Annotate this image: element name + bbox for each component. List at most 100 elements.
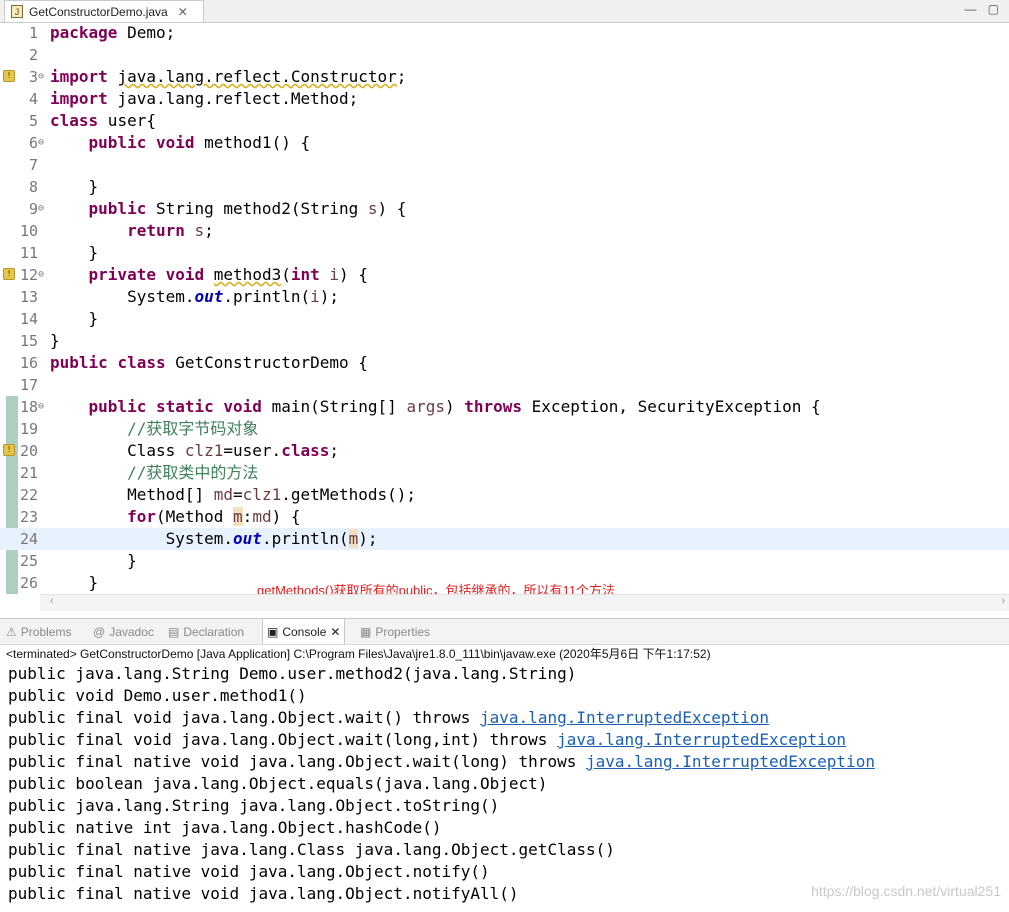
code-text: } xyxy=(50,551,137,570)
code-line[interactable]: 21 //获取类中的方法 xyxy=(0,462,1009,484)
editor-tab[interactable]: J GetConstructorDemo.java ✕ xyxy=(4,0,204,22)
editor-tab-title: GetConstructorDemo.java xyxy=(29,4,168,19)
close-console-icon[interactable]: ✕ xyxy=(330,625,340,639)
code-text: class user{ xyxy=(50,111,156,130)
code-text: Method[] md=clz1.getMethods(); xyxy=(50,485,417,504)
console-line: public java.lang.String Demo.user.method… xyxy=(8,663,576,685)
console-line: public native int java.lang.Object.hashC… xyxy=(8,817,441,839)
fold-toggle-icon[interactable]: ⊖ xyxy=(38,66,44,88)
code-line[interactable]: 24 System.out.println(m); xyxy=(0,528,1009,550)
code-text: //获取字节码对象 xyxy=(127,419,259,438)
console-line: public final native void java.lang.Objec… xyxy=(8,861,490,883)
console-text: public java.lang.String Demo.user.method… xyxy=(8,664,577,683)
exception-link[interactable]: java.lang.InterruptedException xyxy=(480,708,769,727)
panel-tab-label: Javadoc xyxy=(109,624,154,639)
warning-marker-icon[interactable]: ! xyxy=(3,268,15,280)
code-line[interactable]: 9 ⊖ public String method2(String s) { xyxy=(0,198,1009,220)
code-line[interactable]: 7 xyxy=(0,154,1009,176)
console-text: public final native void java.lang.Objec… xyxy=(8,752,586,771)
code-text: public String method2(String s) { xyxy=(88,199,407,218)
scroll-left-icon[interactable]: ‹ xyxy=(50,595,54,607)
fold-toggle-icon[interactable]: ⊖ xyxy=(38,198,44,220)
line-number: 6 xyxy=(28,134,38,152)
panel-tab-label: Console xyxy=(282,624,327,639)
problems-icon: ⚠ xyxy=(6,624,17,639)
code-text: return s; xyxy=(127,221,214,240)
code-line[interactable]: 11 } xyxy=(0,242,1009,264)
line-number: 17 xyxy=(19,376,38,394)
code-line[interactable]: 17 xyxy=(0,374,1009,396)
console-text: public boolean java.lang.Object.equals(j… xyxy=(8,774,548,793)
terminated-status: <terminated> GetConstructorDemo [Java Ap… xyxy=(6,647,711,661)
fold-toggle-icon[interactable]: ⊖ xyxy=(38,396,44,418)
warning-marker-icon[interactable]: ! xyxy=(3,70,15,82)
panel-tab-label: Problems xyxy=(20,624,72,639)
code-line[interactable]: 20! Class clz1=user.class; xyxy=(0,440,1009,462)
code-line[interactable]: 25 } xyxy=(0,550,1009,572)
line-number: 24 xyxy=(19,530,38,548)
code-editor[interactable]: 1 package Demo; 2 3 ⊖! import java.lang.refle… xyxy=(0,22,1009,594)
console-line: public final native void java.lang.Objec… xyxy=(8,883,519,905)
code-text: System.out.println(i); xyxy=(50,287,340,306)
code-line[interactable]: 1 package Demo; xyxy=(0,22,1009,44)
line-number: 4 xyxy=(28,90,38,108)
line-number: 15 xyxy=(19,332,38,350)
fold-toggle-icon[interactable]: ⊖ xyxy=(38,132,44,154)
tab-javadoc[interactable]: @ Javadoc xyxy=(93,619,154,644)
panel-tab-label: Declaration xyxy=(183,624,245,639)
javadoc-icon: @ xyxy=(93,624,106,639)
console-line: public void Demo.user.method1() xyxy=(8,685,307,707)
code-line[interactable]: 12 ⊖! private void method3(int i) { xyxy=(0,264,1009,286)
code-line[interactable]: 23 for(Method m:md) { xyxy=(0,506,1009,528)
horizontal-scrollbar[interactable]: ‹ › xyxy=(40,594,1009,611)
console-text: public final native java.lang.Class java… xyxy=(8,840,615,859)
code-line[interactable]: 16 public class GetConstructorDemo { xyxy=(0,352,1009,374)
console-line: public java.lang.String java.lang.Object… xyxy=(8,795,499,817)
code-line[interactable]: 5 class user{ xyxy=(0,110,1009,132)
code-line[interactable]: 3 ⊖! import java.lang.reflect.Constructor; xyxy=(0,66,1009,88)
tab-declaration[interactable]: ▤ Declaration xyxy=(168,619,244,644)
code-line[interactable]: 19 //获取字节码对象 xyxy=(0,418,1009,440)
tab-properties[interactable]: ▦ Properties xyxy=(360,619,430,644)
console-line: public final void java.lang.Object.wait(… xyxy=(8,729,846,751)
warning-marker-icon[interactable]: ! xyxy=(3,444,15,456)
code-text: //获取类中的方法 xyxy=(127,463,259,482)
close-tab-icon[interactable]: ✕ xyxy=(178,5,188,19)
code-line[interactable]: 2 xyxy=(0,44,1009,66)
declaration-icon: ▤ xyxy=(168,624,180,639)
line-number: 19 xyxy=(19,420,38,438)
java-file-icon: J xyxy=(11,5,23,18)
tab-console[interactable]: ▣ Console ✕ xyxy=(262,619,346,644)
code-line[interactable]: 8 } xyxy=(0,176,1009,198)
code-text: public static void main(String[] args) t… xyxy=(88,397,821,416)
fold-toggle-icon[interactable]: ⊖ xyxy=(38,264,44,286)
code-line[interactable]: 10 return s; xyxy=(0,220,1009,242)
window-controls[interactable]: — ▢ xyxy=(964,2,1003,16)
code-line[interactable]: 22 Method[] md=clz1.getMethods(); xyxy=(0,484,1009,506)
exception-link[interactable]: java.lang.InterruptedException xyxy=(586,752,875,771)
exception-link[interactable]: java.lang.InterruptedException xyxy=(557,730,846,749)
code-line[interactable]: 14 } xyxy=(0,308,1009,330)
line-number: 22 xyxy=(19,486,38,504)
code-line[interactable]: 13 System.out.println(i); xyxy=(0,286,1009,308)
watermark: https://blog.csdn.net/virtual251 xyxy=(811,883,1001,899)
console-text: public final native void java.lang.Objec… xyxy=(8,862,490,881)
scroll-right-icon[interactable]: › xyxy=(1001,595,1005,607)
code-text: } xyxy=(50,177,99,196)
line-number: 25 xyxy=(19,552,38,570)
code-line[interactable]: 6 ⊖ public void method1() { xyxy=(0,132,1009,154)
line-number: 1 xyxy=(28,24,38,42)
console-line: public final native java.lang.Class java… xyxy=(8,839,615,861)
line-number: 26 xyxy=(19,574,38,592)
code-text: package Demo; xyxy=(50,23,176,42)
code-line[interactable]: 18 ⊖ public static void main(String[] arg… xyxy=(0,396,1009,418)
console-text: public final void java.lang.Object.wait(… xyxy=(8,708,481,727)
line-number: 10 xyxy=(19,222,38,240)
line-number: 9 xyxy=(28,200,38,218)
tab-problems[interactable]: ⚠ Problems xyxy=(6,619,71,644)
code-line[interactable]: 15} xyxy=(0,330,1009,352)
code-text: System.out.println(m); xyxy=(50,529,378,548)
code-line[interactable]: 4 import java.lang.reflect.Method; xyxy=(0,88,1009,110)
line-number: 5 xyxy=(28,112,38,130)
code-text: import java.lang.reflect.Constructor; xyxy=(50,67,407,86)
